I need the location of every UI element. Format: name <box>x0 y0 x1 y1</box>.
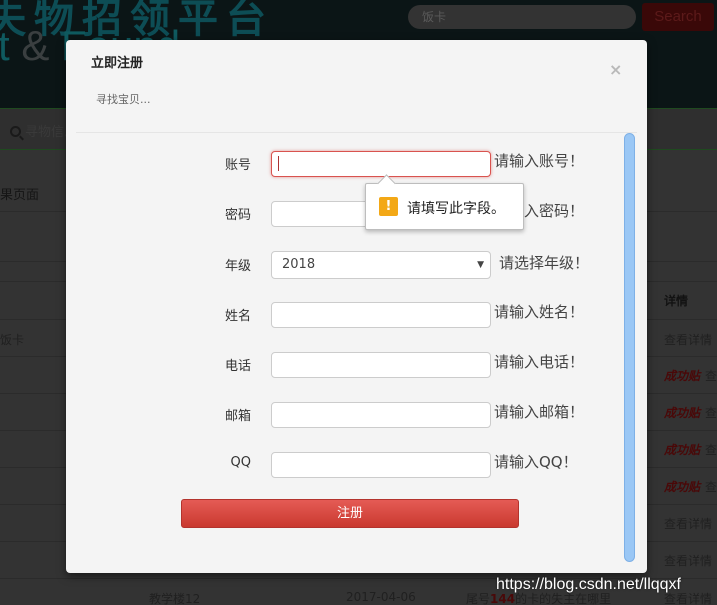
modal-divider <box>76 132 637 133</box>
validation-message: 请填写此字段。 <box>407 201 505 217</box>
qq-input[interactable] <box>271 452 491 478</box>
watermark: https://blog.csdn.net/llqqxf <box>496 576 681 593</box>
register-modal: 立即注册 × 寻找宝贝... 账号 请输入账号！ 密码 请输入密码！ 年级 20… <box>66 40 647 573</box>
modal-subtitle: 寻找宝贝... <box>96 93 151 106</box>
register-button[interactable]: 注册 <box>181 499 519 528</box>
email-hint: 请输入邮箱！ <box>494 403 585 421</box>
name-hint: 请输入姓名！ <box>494 303 585 321</box>
warning-icon: ! <box>379 197 398 216</box>
qq-hint: 请输入QQ！ <box>494 453 578 471</box>
grade-hint: 请选择年级！ <box>499 254 590 272</box>
close-icon[interactable]: × <box>609 62 622 78</box>
name-label: 姓名 <box>224 309 251 324</box>
grade-select[interactable]: 2018 ▼ <box>271 251 491 279</box>
modal-title: 立即注册 <box>91 56 144 71</box>
caret-down-icon: ▼ <box>477 260 484 270</box>
grade-select-value: 2018 <box>282 257 316 272</box>
phone-input[interactable] <box>271 352 491 378</box>
account-input[interactable] <box>271 151 491 177</box>
grade-label: 年级 <box>224 259 251 274</box>
account-hint: 请输入账号！ <box>494 152 585 170</box>
name-input[interactable] <box>271 302 491 328</box>
validation-tooltip: ! 请填写此字段。 <box>365 183 524 230</box>
email-input[interactable] <box>271 402 491 428</box>
account-label: 账号 <box>224 158 251 173</box>
phone-label: 电话 <box>224 359 251 374</box>
text-caret <box>278 156 279 171</box>
password-label: 密码 <box>224 208 251 223</box>
qq-label: QQ <box>230 455 251 470</box>
modal-scrollbar[interactable] <box>624 133 635 562</box>
email-label: 邮箱 <box>224 409 251 424</box>
phone-hint: 请输入电话！ <box>494 353 585 371</box>
